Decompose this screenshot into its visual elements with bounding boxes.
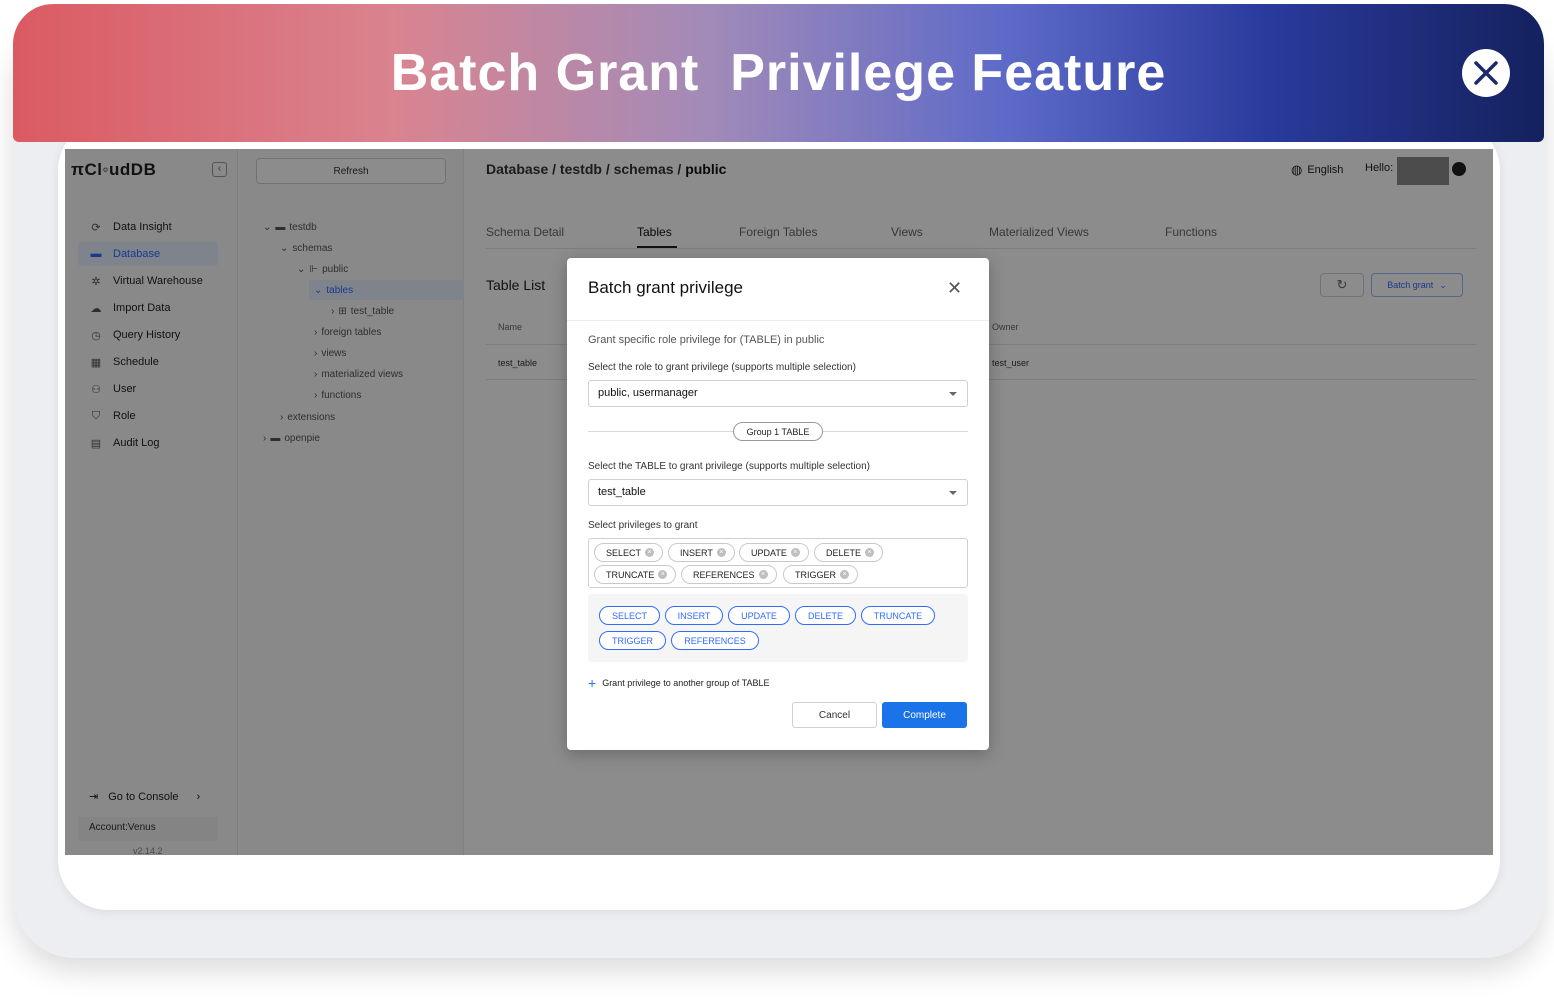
- privileges-label: Select privileges to grant: [588, 520, 698, 531]
- privilege-option[interactable]: REFERENCES: [671, 631, 759, 650]
- privilege-option[interactable]: TRUNCATE: [861, 606, 935, 625]
- caret-down-icon: [949, 491, 957, 495]
- complete-button[interactable]: Complete: [882, 702, 967, 728]
- remove-icon[interactable]: ×: [645, 548, 655, 557]
- privilege-tag[interactable]: REFERENCES ×: [681, 565, 777, 584]
- table-select[interactable]: test_table: [588, 479, 968, 506]
- privilege-tag[interactable]: SELECT ×: [594, 543, 664, 562]
- add-group-link[interactable]: + Grant privilege to another group of TAB…: [588, 675, 769, 691]
- modal-description: Grant specific role privilege for (TABLE…: [588, 334, 825, 346]
- plus-icon: +: [588, 675, 597, 691]
- role-select-label: Select the role to grant privilege (supp…: [588, 362, 856, 373]
- feature-banner: Batch Grant Privilege Feature: [13, 4, 1544, 142]
- modal-title: Batch grant privilege: [588, 278, 743, 297]
- privileges-select[interactable]: SELECT × INSERT × UPDATE × DELETE × TRUNCATE…: [588, 538, 968, 588]
- remove-icon[interactable]: ×: [840, 570, 850, 579]
- group-label: Group 1 TABLE: [733, 422, 823, 441]
- remove-icon[interactable]: ×: [758, 570, 768, 579]
- privilege-tag[interactable]: UPDATE ×: [739, 543, 809, 562]
- privilege-tag[interactable]: INSERT ×: [668, 543, 735, 562]
- privilege-option[interactable]: UPDATE: [728, 606, 790, 625]
- remove-icon[interactable]: ×: [716, 548, 726, 557]
- remove-icon[interactable]: ×: [658, 570, 668, 579]
- cancel-button[interactable]: Cancel: [792, 702, 877, 728]
- banner-title: Batch Grant Privilege Feature: [390, 44, 1167, 102]
- privilege-option[interactable]: TRIGGER: [599, 631, 666, 650]
- remove-icon[interactable]: ×: [790, 548, 800, 557]
- privilege-option[interactable]: INSERT: [665, 606, 723, 625]
- privilege-tag[interactable]: TRIGGER ×: [783, 565, 859, 584]
- privilege-option[interactable]: DELETE: [795, 606, 856, 625]
- table-select-label: Select the TABLE to grant privilege (sup…: [588, 461, 870, 472]
- close-icon[interactable]: ✕: [947, 278, 962, 299]
- caret-down-icon: [949, 392, 957, 396]
- close-icon[interactable]: [1462, 49, 1510, 97]
- privilege-tag[interactable]: DELETE ×: [814, 543, 884, 562]
- remove-icon[interactable]: ×: [865, 548, 875, 557]
- role-select[interactable]: public, usermanager: [588, 380, 968, 407]
- modal-divider: [567, 320, 989, 321]
- privilege-tag[interactable]: TRUNCATE ×: [594, 565, 677, 584]
- privilege-options: SELECT INSERT UPDATE DELETE TRUNCATE TRI…: [588, 594, 968, 662]
- privilege-option[interactable]: SELECT: [599, 606, 660, 625]
- batch-grant-modal: Batch grant privilege ✕ Grant specific r…: [567, 258, 989, 750]
